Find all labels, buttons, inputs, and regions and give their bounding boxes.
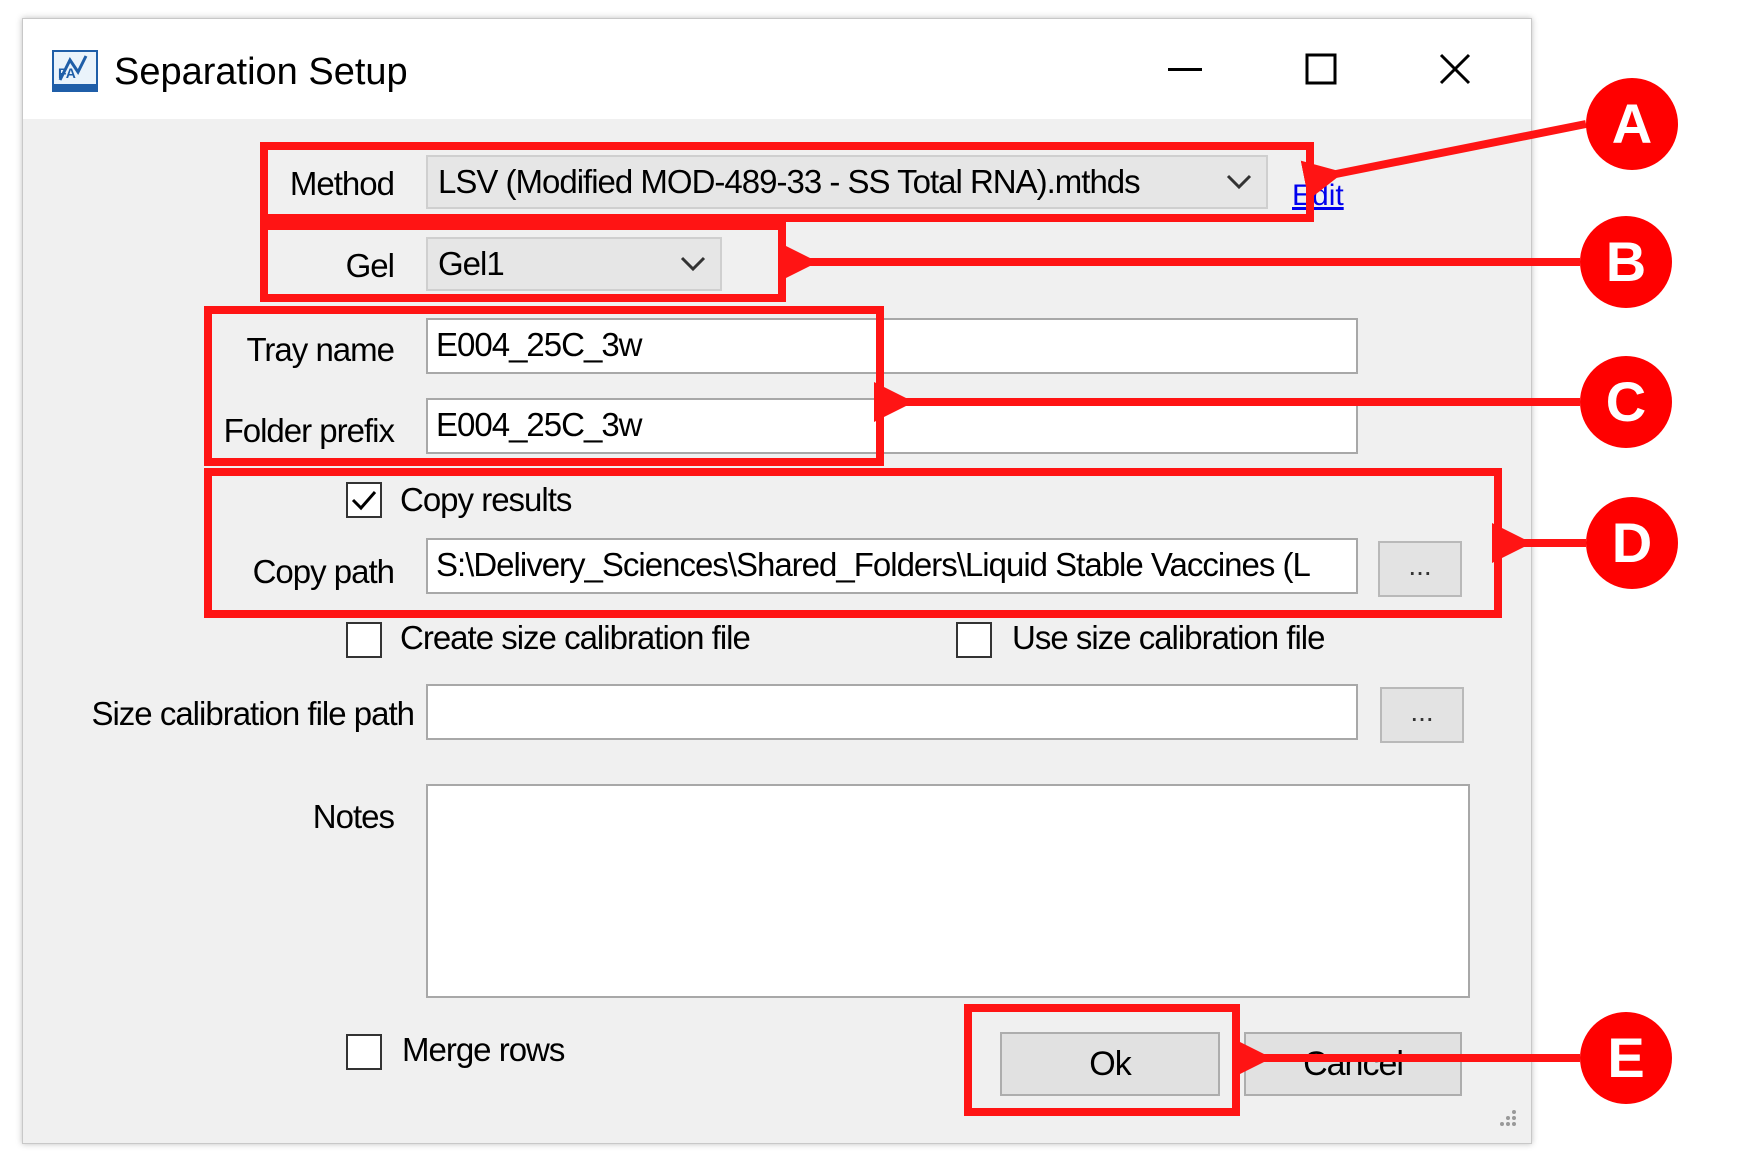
annotation-badge-b: B <box>1580 216 1672 308</box>
annotation-badge-c: C <box>1580 356 1672 448</box>
annotation-badge-e: E <box>1580 1012 1672 1104</box>
annotation-badge-d: D <box>1586 497 1678 589</box>
annotation-arrows <box>778 120 1587 1078</box>
annotation-badge-a: A <box>1586 78 1678 170</box>
arrow-a <box>1300 120 1587 200</box>
